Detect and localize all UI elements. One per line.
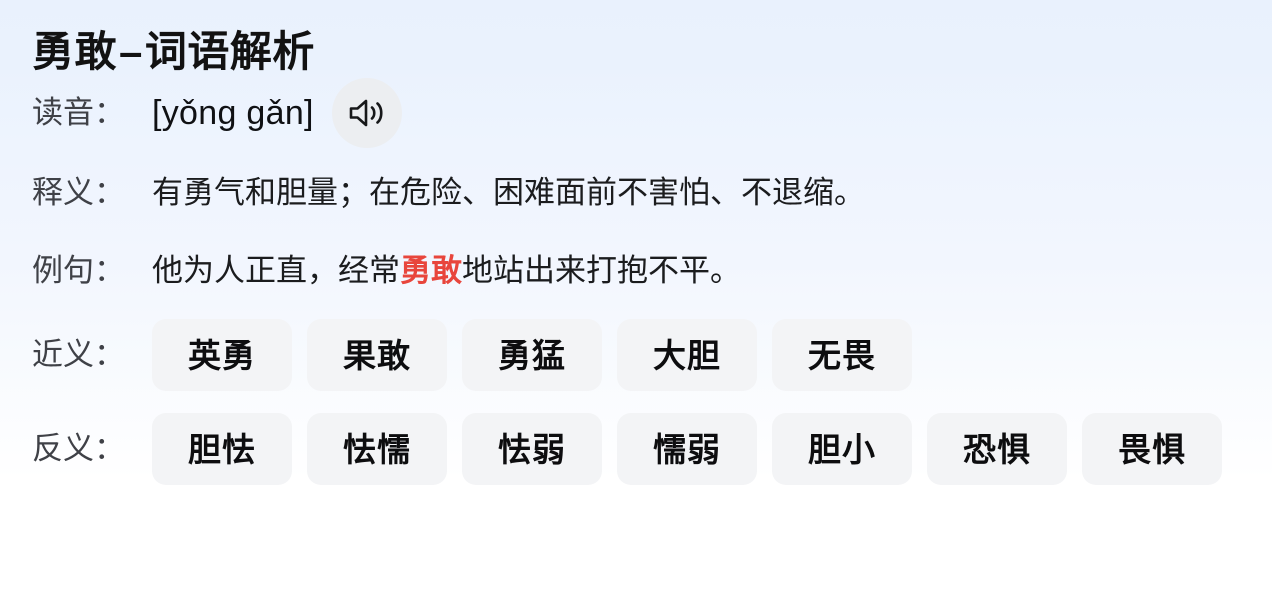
antonym-chip[interactable]: 恐惧 [927, 413, 1067, 485]
example-text-before: 他为人正直，经常 [152, 253, 400, 288]
synonym-chip[interactable]: 英勇 [152, 319, 292, 391]
reading-value: [yǒng gǎn] [152, 78, 1240, 148]
example-row: 例句： 他为人正直，经常 勇敢 地站出来打抱不平。 [32, 232, 1240, 310]
antonym-chip[interactable]: 怯弱 [462, 413, 602, 485]
title-separator: – [119, 28, 143, 75]
synonyms-value: 英勇 果敢 勇猛 大胆 无畏 [152, 319, 1240, 391]
antonym-chip[interactable]: 胆怯 [152, 413, 292, 485]
synonym-chip[interactable]: 大胆 [617, 319, 757, 391]
meaning-row: 释义： 有勇气和胆量；在危险、困难面前不害怕、不退缩。 [32, 154, 1240, 232]
word-analysis-card: 勇敢–词语解析 读音： [yǒng gǎn] 释义： 有勇气和胆量；在危险、困难… [0, 0, 1272, 601]
synonym-chip-list: 英勇 果敢 勇猛 大胆 无畏 [152, 319, 912, 391]
antonym-chip[interactable]: 懦弱 [617, 413, 757, 485]
synonym-chip[interactable]: 勇猛 [462, 319, 602, 391]
antonym-chip[interactable]: 畏惧 [1082, 413, 1222, 485]
antonym-chip[interactable]: 胆小 [772, 413, 912, 485]
antonym-chip[interactable]: 怯懦 [307, 413, 447, 485]
synonyms-label: 近义： [32, 337, 125, 372]
meaning-label: 释义： [32, 175, 125, 210]
antonyms-value: 胆怯 怯懦 怯弱 懦弱 胆小 恐惧 畏惧 [152, 413, 1240, 485]
title-word: 勇敢 [32, 28, 118, 75]
antonym-chip-list: 胆怯 怯懦 怯弱 懦弱 胆小 恐惧 畏惧 [152, 413, 1222, 485]
title-subtitle: 词语解析 [144, 28, 315, 75]
example-value: 他为人正直，经常 勇敢 地站出来打抱不平。 [152, 250, 1240, 292]
pinyin-text: [yǒng gǎn] [152, 94, 314, 132]
reading-row: 读音： [yǒng gǎn] [32, 72, 1240, 154]
example-text-after: 地站出来打抱不平。 [462, 253, 741, 288]
reading-label: 读音： [32, 95, 125, 130]
page-title: 勇敢–词语解析 [32, 26, 1240, 78]
synonyms-row: 近义： 英勇 果敢 勇猛 大胆 无畏 [32, 310, 1240, 400]
example-highlight-word: 勇敢 [400, 253, 462, 288]
example-label: 例句： [32, 253, 125, 288]
synonym-chip[interactable]: 果敢 [307, 319, 447, 391]
meaning-value: 有勇气和胆量；在危险、困难面前不害怕、不退缩。 [152, 175, 865, 210]
antonyms-label: 反义： [32, 431, 125, 466]
speaker-volume-icon[interactable] [331, 78, 402, 148]
antonyms-row: 反义： 胆怯 怯懦 怯弱 懦弱 胆小 恐惧 畏惧 [32, 400, 1240, 498]
title-row: 勇敢–词语解析 [32, 0, 1240, 75]
synonym-chip[interactable]: 无畏 [772, 319, 912, 391]
